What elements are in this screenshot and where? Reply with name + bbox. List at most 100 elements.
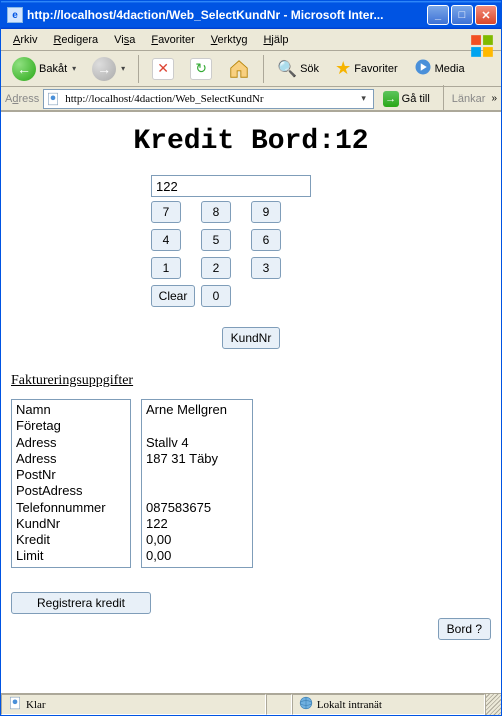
toolbar: ← Bakåt ▾ → ▾ ✕ ↻ 🔍 Sök ★ Favoriter Medi… [1,51,501,87]
back-label: Bakåt [39,63,67,75]
go-label: Gå till [402,93,430,105]
number-input[interactable] [151,175,311,197]
back-button[interactable]: ← Bakåt ▾ [5,54,83,84]
go-button[interactable]: → Gå till [378,89,435,109]
statusbar: Klar Lokalt intranät [1,693,501,715]
key-3[interactable]: 3 [251,257,281,279]
key-2[interactable]: 2 [201,257,231,279]
favorites-button[interactable]: ★ Favoriter [328,55,405,82]
window-title: http://localhost/4daction/Web_SelectKund… [27,8,427,22]
label-foretag: Företag [16,418,126,434]
expand-icon[interactable]: » [491,93,497,104]
search-label: Sök [300,63,319,75]
status-left-pane: Klar [1,694,266,715]
kundnr-button[interactable]: KundNr [222,327,281,349]
maximize-button[interactable]: □ [451,5,473,25]
status-right-text: Lokalt intranät [317,699,382,711]
favorites-label: Favoriter [354,63,397,75]
key-7[interactable]: 7 [151,201,181,223]
value-postnr [146,467,248,483]
key-8[interactable]: 8 [201,201,231,223]
address-bar: Adress ▾ → Gå till Länkar » [1,87,501,111]
keypad: 7 8 9 4 5 6 1 2 3 Clear 0 [151,201,351,307]
media-button[interactable]: Media [407,55,472,82]
label-postnr: PostNr [16,467,126,483]
refresh-button[interactable]: ↻ [183,55,219,83]
forward-arrow-icon: → [92,57,116,81]
separator [443,85,444,113]
value-limit: 0,00 [146,548,248,564]
close-button[interactable]: ✕ [475,5,497,25]
menu-verktyg[interactable]: Verktyg [203,32,256,48]
address-dropdown-icon[interactable]: ▾ [357,93,371,104]
value-foretag [146,418,248,434]
search-button[interactable]: 🔍 Sök [270,56,326,82]
status-right-pane: Lokalt intranät [292,694,485,715]
star-icon: ★ [335,58,351,79]
separator [263,55,264,83]
label-limit: Limit [16,548,126,564]
address-input-wrap[interactable]: ▾ [43,89,373,109]
page-icon [8,696,22,713]
address-label: Adress [5,93,39,105]
links-label[interactable]: Länkar [452,93,486,105]
value-kundnr: 122 [146,516,248,532]
menu-hjalp[interactable]: Hjälp [255,32,296,48]
go-arrow-icon: → [383,91,399,107]
menu-visa[interactable]: Visa [106,32,143,48]
value-kredit: 0,00 [146,532,248,548]
home-icon [228,58,250,80]
label-kredit: Kredit [16,532,126,548]
key-6[interactable]: 6 [251,229,281,251]
label-adress1: Adress [16,435,126,451]
bord-button[interactable]: Bord ? [438,618,491,640]
address-input[interactable] [63,92,356,106]
key-0[interactable]: 0 [201,285,231,307]
menubar: Arkiv Redigera Visa Favoriter Verktyg Hj… [1,29,501,51]
key-1[interactable]: 1 [151,257,181,279]
media-icon [414,58,432,79]
resize-grip[interactable] [485,694,501,715]
status-left-text: Klar [26,699,46,711]
menu-favoriter[interactable]: Favoriter [143,32,202,48]
page-title: Kredit Bord:12 [11,126,491,157]
value-adress2: 187 31 Täby [146,451,248,467]
value-namn: Arne Mellgren [146,402,248,418]
ie-page-icon: e [7,7,23,23]
info-values-box: Arne Mellgren Stallv 4 187 31 Täby 08758… [141,399,253,568]
label-telefon: Telefonnummer [16,500,126,516]
info-labels-box: Namn Företag Adress Adress PostNr PostAd… [11,399,131,568]
chevron-down-icon: ▾ [72,64,76,73]
menu-redigera[interactable]: Redigera [45,32,106,48]
status-mid-pane [266,694,292,715]
key-clear[interactable]: Clear [151,285,195,307]
register-credit-button[interactable]: Registrera kredit [11,592,151,614]
media-label: Media [435,63,465,75]
label-adress2: Adress [16,451,126,467]
key-9[interactable]: 9 [251,201,281,223]
section-heading: Faktureringsuppgifter [11,373,491,389]
home-button[interactable] [221,55,257,83]
separator [138,55,139,83]
titlebar: e http://localhost/4daction/Web_SelectKu… [1,1,501,29]
chevron-down-icon: ▾ [121,64,125,73]
label-kundnr: KundNr [16,516,126,532]
minimize-button[interactable]: _ [427,5,449,25]
value-telefon: 087583675 [146,500,248,516]
stop-button[interactable]: ✕ [145,55,181,83]
key-5[interactable]: 5 [201,229,231,251]
menu-arkiv[interactable]: Arkiv [5,32,45,48]
back-arrow-icon: ← [12,57,36,81]
keypad-zone: 7 8 9 4 5 6 1 2 3 Clear 0 [151,175,351,307]
key-4[interactable]: 4 [151,229,181,251]
info-tables: Namn Företag Adress Adress PostNr PostAd… [11,399,491,568]
search-icon: 🔍 [277,59,297,79]
page-content: Kredit Bord:12 7 8 9 4 5 6 1 2 3 Clear 0 [1,111,501,693]
stop-icon: ✕ [152,58,174,80]
label-namn: Namn [16,402,126,418]
forward-button[interactable]: → ▾ [85,54,132,84]
refresh-icon: ↻ [190,58,212,80]
page-icon [46,92,60,106]
value-postadress [146,483,248,499]
label-postadress: PostAdress [16,483,126,499]
